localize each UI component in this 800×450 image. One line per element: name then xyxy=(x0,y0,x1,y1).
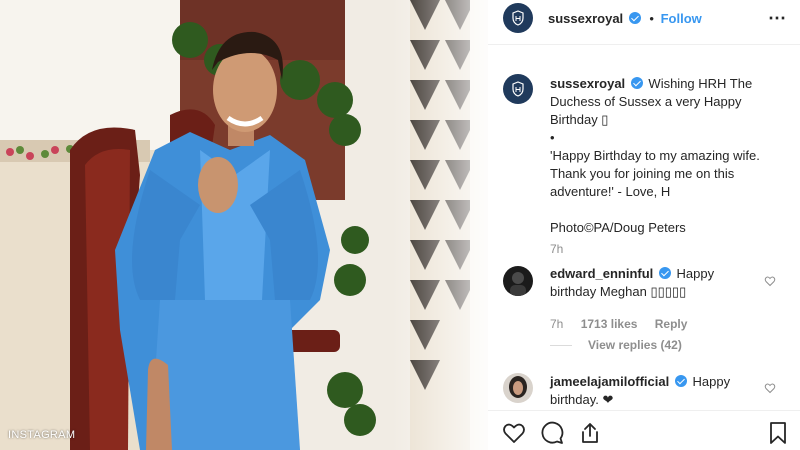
header-divider xyxy=(488,44,800,45)
photo-illustration xyxy=(0,0,488,450)
header-username[interactable]: sussexroyal xyxy=(548,11,623,26)
crest-icon xyxy=(512,81,524,97)
comments-list[interactable]: sussexroyal Wishing HRH The Duchess of S… xyxy=(488,60,800,410)
share-icon[interactable] xyxy=(578,421,602,445)
commenter-avatar[interactable] xyxy=(503,266,533,296)
comment-body: jameelajamilofficial Happy birthday. ❤ xyxy=(550,373,750,409)
comment-icon[interactable] xyxy=(540,421,564,445)
comment-username[interactable]: jameelajamilofficial xyxy=(550,374,669,389)
verified-badge-icon xyxy=(674,375,687,387)
post-header: sussexroyal • Follow ⋯ xyxy=(488,0,800,36)
caption-avatar[interactable] xyxy=(503,74,533,104)
verified-badge-icon xyxy=(658,267,671,279)
caption-bullet: • xyxy=(550,130,555,145)
crest-icon xyxy=(512,10,524,26)
watermark-label: INSTAGRAM xyxy=(8,429,76,441)
comment-like-icon[interactable] xyxy=(764,275,776,287)
caption-username[interactable]: sussexroyal xyxy=(550,76,625,91)
header-separator: • xyxy=(649,11,654,26)
post-photo[interactable]: INSTAGRAM xyxy=(0,0,488,450)
comment-time[interactable]: 7h xyxy=(550,317,563,331)
view-replies-button[interactable]: View replies (42) xyxy=(550,338,682,352)
more-options-icon[interactable]: ⋯ xyxy=(768,8,786,29)
comment-body: edward_enninful Happy birthday Meghan ▯▯… xyxy=(550,265,750,301)
avatar-photo xyxy=(503,373,533,403)
reply-button[interactable]: Reply xyxy=(655,317,688,331)
verified-badge-icon xyxy=(628,12,641,24)
comment-meta: 7h 1713 likes Reply xyxy=(550,317,701,331)
account-avatar[interactable] xyxy=(503,3,533,33)
header-user-line: sussexroyal • Follow xyxy=(548,11,702,26)
bookmark-icon[interactable] xyxy=(766,421,790,445)
heart-icon[interactable] xyxy=(502,421,526,445)
comment-likes[interactable]: 1713 likes xyxy=(581,317,638,331)
follow-button[interactable]: Follow xyxy=(661,11,702,26)
post-caption: sussexroyal Wishing HRH The Duchess of S… xyxy=(550,75,782,237)
action-bar xyxy=(488,410,800,450)
comment-username[interactable]: edward_enninful xyxy=(550,266,653,281)
verified-badge-icon xyxy=(630,77,643,89)
caption-timestamp[interactable]: 7h xyxy=(550,242,563,256)
caption-quote: 'Happy Birthday to my amazing wife. Than… xyxy=(550,148,760,199)
commenter-avatar[interactable] xyxy=(503,373,533,403)
avatar-photo xyxy=(503,266,533,296)
comment-like-icon[interactable] xyxy=(764,382,776,394)
post-side-panel: sussexroyal • Follow ⋯ sussexroyal Wishi… xyxy=(488,0,800,450)
caption-credit: Photo©PA/Doug Peters xyxy=(550,220,686,235)
